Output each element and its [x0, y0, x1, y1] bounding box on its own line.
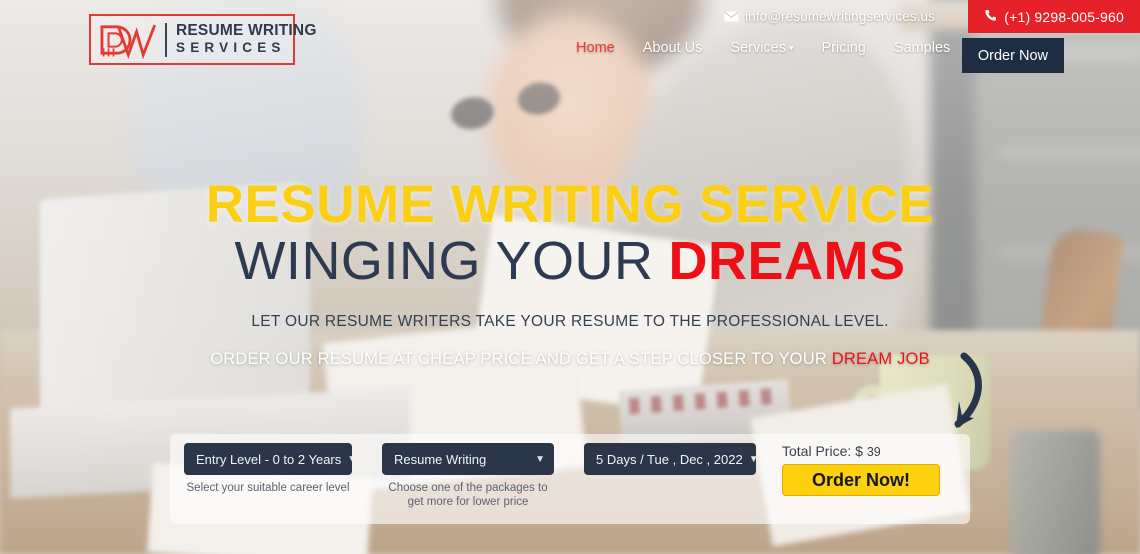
dw-monogram-icon [100, 24, 157, 59]
hero-headline-line1: RESUME WRITING SERVICE [205, 175, 935, 234]
phone-icon [984, 9, 997, 25]
chevron-down-icon: ▼ [748, 453, 756, 465]
order-now-submit-button[interactable]: Order Now! [782, 464, 940, 496]
hero-headline-line2-light: WINGING YOUR [234, 231, 654, 291]
phone-text: (+1) 9298-005-960 [1004, 8, 1124, 25]
nav-item-services[interactable]: Services ▾ [716, 41, 807, 56]
total-price-amount: 39 [866, 445, 881, 459]
nav-item-pricing[interactable]: Pricing [808, 41, 880, 56]
delivery-value: 5 Days / Tue , Dec , 2022 [596, 451, 743, 467]
chevron-down-icon: ▼ [347, 454, 352, 465]
logo-wordmark: RESUME WRITING SERVICES [176, 21, 317, 57]
curved-down-arrow-icon [954, 352, 982, 428]
total-price: Total Price: $ 39 [782, 443, 881, 459]
homepage-hero: info@resumewritingservices.us (+1) 9298-… [0, 0, 1140, 554]
nav-item-home[interactable]: Home [562, 41, 629, 56]
chevron-down-icon: ▾ [788, 43, 794, 53]
career-level-hint: Select your suitable career level [186, 482, 350, 494]
logo-line-1: RESUME WRITING [176, 21, 317, 39]
total-price-label: Total Price: $ [782, 443, 863, 459]
career-level-value: Entry Level - 0 to 2 Years [196, 451, 342, 467]
hero-subheading-1: LET OUR RESUME WRITERS TAKE YOUR RESUME … [251, 313, 889, 330]
chevron-down-icon: ▼ [535, 453, 545, 465]
email-text: info@resumewritingservices.us [745, 9, 935, 24]
package-hint: Choose one of the packages to get more f… [388, 482, 548, 509]
hero-subheading-2-prefix: ORDER OUR RESUME AT CHEAP PRICE AND GET … [210, 350, 832, 368]
delivery-select[interactable]: 5 Days / Tue , Dec , 2022 ▼ [584, 443, 756, 475]
nav-order-now-button[interactable]: Order Now [961, 38, 1064, 73]
nav-item-samples[interactable]: Samples [880, 41, 964, 56]
career-level-select[interactable]: Entry Level - 0 to 2 Years ▼ [184, 443, 352, 475]
phone-button[interactable]: (+1) 9298-005-960 [968, 0, 1140, 33]
site-logo[interactable]: RESUME WRITING SERVICES [89, 14, 316, 65]
order-form-panel: Entry Level - 0 to 2 Years ▼ Select your… [170, 434, 970, 524]
logo-divider [165, 22, 167, 57]
email-link[interactable]: info@resumewritingservices.us [724, 9, 935, 24]
career-level-field: Entry Level - 0 to 2 Years ▼ Select your… [184, 443, 352, 495]
hero-headline-line2-strong: DREAMS [668, 231, 906, 291]
nav-item-about-us[interactable]: About Us [629, 41, 717, 56]
package-select[interactable]: Resume Writing ▼ [382, 443, 554, 475]
envelope-icon [724, 11, 739, 22]
package-value: Resume Writing [394, 451, 487, 467]
hero-headline-line2: WINGING YOUR DREAMS [0, 234, 1140, 288]
package-field: Resume Writing ▼ Choose one of the packa… [382, 443, 554, 510]
logo-line-2: SERVICES [176, 39, 286, 55]
delivery-field: 5 Days / Tue , Dec , 2022 ▼ [584, 443, 756, 475]
